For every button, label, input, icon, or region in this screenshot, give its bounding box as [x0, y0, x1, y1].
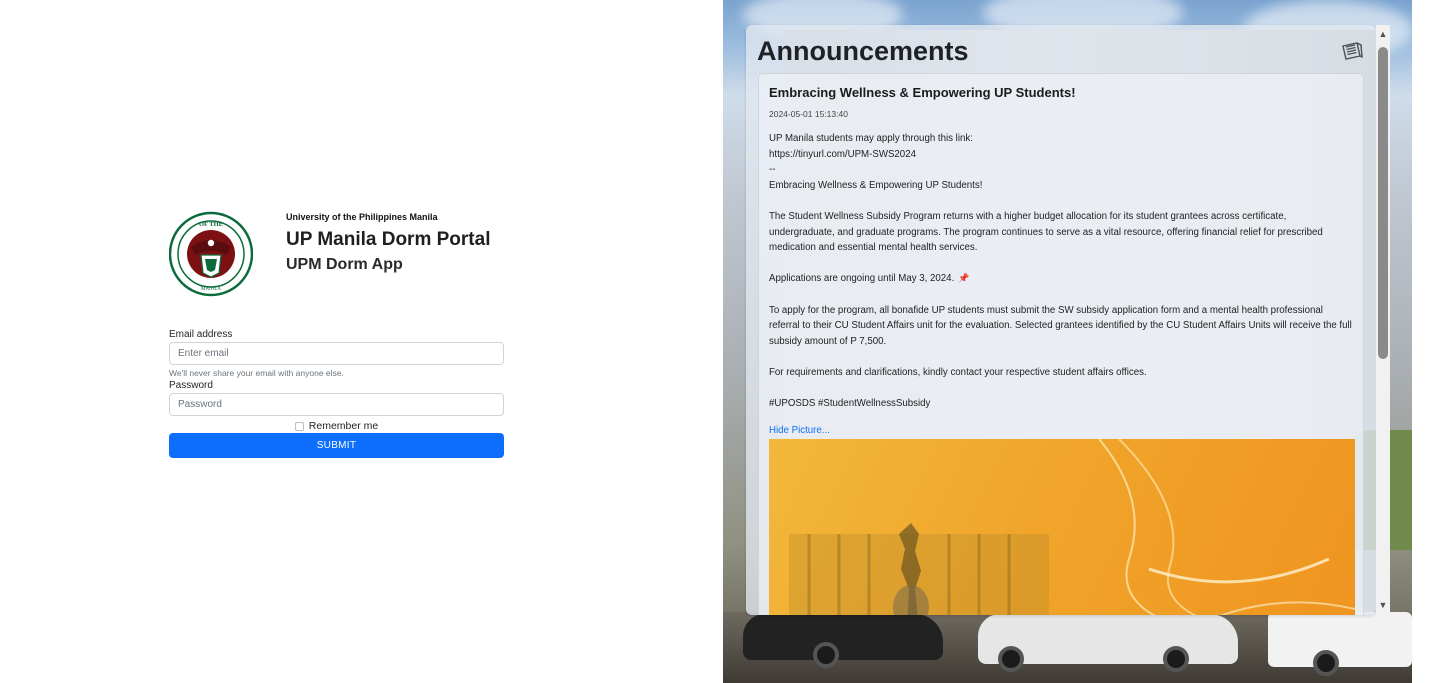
- announcements-panel[interactable]: Announcements Embracing Wellness & Empow…: [746, 25, 1376, 615]
- truck-white: [1268, 612, 1412, 667]
- email-field[interactable]: [169, 342, 504, 365]
- body-link-text: https://tinyurl.com/UPM-SWS2024: [769, 148, 916, 160]
- login-form: Email address We'll never share your ema…: [169, 329, 504, 458]
- up-seal-logo: OF THE MANILA: [169, 211, 253, 297]
- hashtags: #UPOSDS #StudentWellnessSubsidy: [769, 398, 931, 410]
- app-name: UPM Dorm App: [286, 256, 403, 273]
- university-name: University of the Philippines Manila: [286, 212, 438, 222]
- remember-me-label[interactable]: Remember me: [309, 420, 378, 432]
- brand-header: OF THE MANILA University of the Philippi…: [169, 210, 509, 300]
- svg-text:MANILA: MANILA: [201, 287, 221, 292]
- car-black: [743, 614, 943, 660]
- announcement-card: Embracing Wellness & Empowering UP Stude…: [758, 73, 1364, 615]
- svg-text:OF THE: OF THE: [199, 221, 223, 228]
- remember-me-row: Remember me: [169, 420, 504, 432]
- announcement-picture: [769, 439, 1355, 615]
- hide-picture-link[interactable]: Hide Picture...: [769, 425, 830, 436]
- email-help-text: We'll never share your email with anyone…: [169, 368, 344, 378]
- scrollbar-thumb[interactable]: [1378, 47, 1388, 359]
- road-photo: [723, 612, 1412, 683]
- login-pane: OF THE MANILA University of the Philippi…: [0, 0, 723, 683]
- announcements-scrollbar[interactable]: ▲ ▼: [1376, 25, 1390, 615]
- submit-button[interactable]: SUBMIT: [169, 433, 504, 458]
- password-field[interactable]: [169, 393, 504, 416]
- remember-me-checkbox[interactable]: [294, 421, 304, 431]
- poster-artwork: [789, 439, 1355, 615]
- body-paragraph: The Student Wellness Subsidy Program ret…: [769, 210, 1326, 254]
- announcement-date: 2024-05-01 15:13:40: [769, 109, 848, 119]
- scroll-down-arrow-icon[interactable]: ▼: [1378, 600, 1388, 610]
- body-paragraph: Applications are ongoing until May 3, 20…: [769, 271, 1354, 287]
- pushpin-icon: 📌: [958, 273, 970, 284]
- newspaper-icon[interactable]: [1340, 39, 1364, 63]
- body-line: --: [769, 164, 776, 176]
- body-line: Embracing Wellness & Empowering UP Stude…: [769, 179, 983, 191]
- password-label: Password: [169, 380, 213, 391]
- body-paragraph: To apply for the program, all bonafide U…: [769, 304, 1355, 347]
- deadline-text: Applications are ongoing until May 3, 20…: [769, 273, 955, 285]
- scroll-up-arrow-icon[interactable]: ▲: [1378, 29, 1388, 39]
- body-line: UP Manila students may apply through thi…: [769, 133, 973, 144]
- body-paragraph: For requirements and clarifications, kin…: [769, 366, 1147, 378]
- announcement-title: Embracing Wellness & Empowering UP Stude…: [769, 85, 1076, 100]
- portal-title: UP Manila Dorm Portal: [286, 229, 491, 250]
- announcement-body: UP Manila students may apply through thi…: [769, 131, 1354, 412]
- announcements-title: Announcements: [757, 36, 969, 66]
- email-label: Email address: [169, 329, 233, 340]
